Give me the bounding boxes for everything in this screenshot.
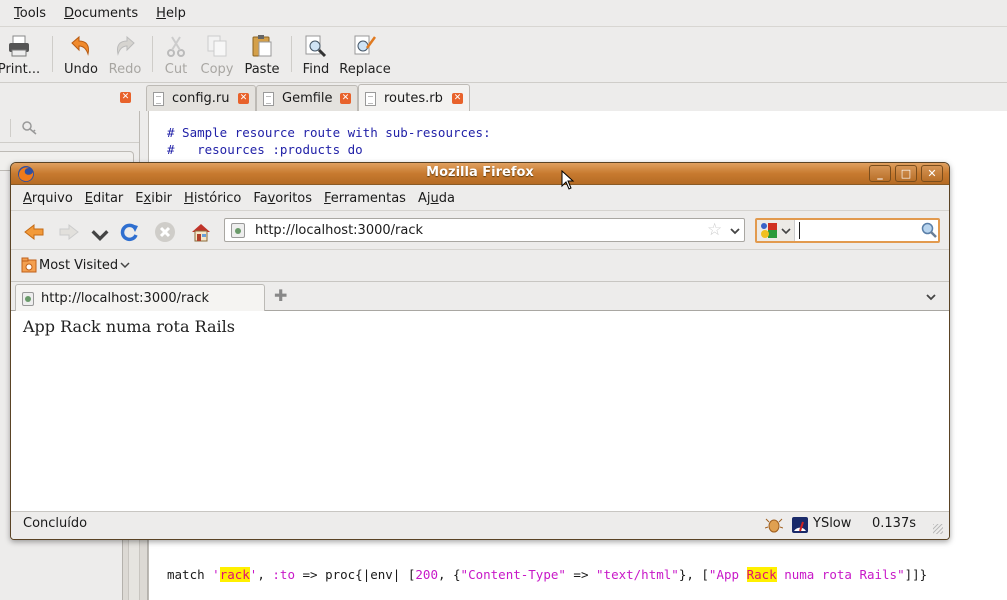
browser-tab-bar: http://localhost:3000/rack ✚ <box>11 283 949 312</box>
bookmark-star-icon[interactable]: ☆ <box>707 220 722 240</box>
forward-arrow-icon[interactable] <box>58 221 80 243</box>
menu-help[interactable]: Help <box>156 6 186 21</box>
close-button[interactable]: ✕ <box>921 165 943 182</box>
menu-tools[interactable]: Tools <box>14 6 46 21</box>
side-panel-toolbar <box>0 113 139 143</box>
home-icon[interactable] <box>190 221 212 243</box>
search-box[interactable] <box>755 218 940 243</box>
list-all-tabs-icon[interactable] <box>925 293 937 302</box>
paste-button[interactable]: Paste <box>242 34 282 77</box>
history-dropdown-icon[interactable] <box>89 224 111 246</box>
tab-routes-rb[interactable]: routes.rb ✕ <box>358 84 470 112</box>
page-favicon-icon <box>22 292 34 306</box>
folder-icon <box>21 257 37 273</box>
undo-button[interactable]: Undo <box>62 34 100 77</box>
url-text: http://localhost:3000/rack <box>255 223 424 238</box>
chevron-down-icon <box>120 262 130 269</box>
menu-exibir[interactable]: Exibir <box>135 191 172 206</box>
redo-icon <box>117 35 135 56</box>
page-content: App Rack numa rota Rails <box>11 311 949 511</box>
menu-favoritos[interactable]: Favoritos <box>253 191 312 206</box>
code-line: # Sample resource route with sub-resourc… <box>167 125 491 140</box>
copy-button[interactable]: Copy <box>198 34 236 77</box>
search-engine-selector[interactable] <box>757 220 795 241</box>
search-highlight: rack <box>219 567 250 582</box>
find-button[interactable]: Find <box>300 34 332 77</box>
gedit-tab-bar: ✕ config.ru ✕ Gemfile ✕ routes.rb ✕ <box>0 84 1007 112</box>
gedit-menubar: Tools Documents Help <box>0 0 1007 27</box>
new-tab-icon[interactable]: ✚ <box>274 286 287 305</box>
search-input[interactable] <box>799 222 919 239</box>
menu-historico[interactable]: Histórico <box>184 191 241 206</box>
tab-close-icon[interactable]: ✕ <box>452 93 463 104</box>
menu-arquivo[interactable]: Arquivo <box>23 191 73 206</box>
stop-icon[interactable] <box>154 221 176 243</box>
key-search-icon[interactable] <box>22 121 38 135</box>
ruby-file-icon <box>365 91 376 106</box>
undo-icon <box>71 35 89 56</box>
side-panel-close-icon[interactable]: ✕ <box>120 92 131 103</box>
firefox-menubar: Arquivo Editar Exibir Histórico Favorito… <box>11 186 949 211</box>
document-icon <box>153 91 164 106</box>
url-dropdown-icon[interactable] <box>729 226 741 236</box>
code-line-match: match 'rack', :to => proc{|env| [200, {"… <box>167 567 928 582</box>
status-bar: Concluído YSlow 0.137s <box>11 511 949 539</box>
firebug-icon[interactable] <box>765 516 783 534</box>
toolbar-separator <box>10 119 11 137</box>
toolbar-separator <box>52 36 53 72</box>
tab-gemfile[interactable]: Gemfile ✕ <box>256 85 358 111</box>
menu-editar[interactable]: Editar <box>85 191 124 206</box>
window-title: Mozilla Firefox <box>426 165 534 180</box>
google-icon <box>761 223 777 238</box>
page-heading: App Rack numa rota Rails <box>23 317 235 336</box>
navigation-toolbar: http://localhost:3000/rack ☆ <box>11 212 949 250</box>
copy-icon <box>207 35 227 57</box>
reload-icon[interactable] <box>118 221 140 243</box>
gedit-toolbar: Print... Undo Redo Cut Copy Paste Find R… <box>0 28 1007 83</box>
site-identity-icon[interactable] <box>231 223 245 238</box>
panel-splitter-grip <box>128 540 140 600</box>
most-visited-folder[interactable]: Most Visited <box>21 257 130 273</box>
menu-documents[interactable]: Documents <box>64 6 138 21</box>
toolbar-separator <box>152 36 153 72</box>
tab-close-icon[interactable]: ✕ <box>238 93 249 104</box>
firefox-window: Mozilla Firefox _ □ ✕ Arquivo Editar Exi… <box>10 162 950 540</box>
print-button[interactable]: Print... <box>0 34 42 77</box>
replace-icon <box>354 35 377 55</box>
maximize-button[interactable]: □ <box>895 165 917 182</box>
menu-ajuda[interactable]: Ajuda <box>418 191 455 206</box>
replace-button[interactable]: Replace <box>338 34 392 77</box>
yslow-label[interactable]: YSlow <box>813 516 851 531</box>
printer-icon <box>9 35 29 57</box>
toolbar-separator <box>291 36 292 72</box>
resize-grip[interactable] <box>933 524 943 534</box>
mouse-cursor-icon <box>561 170 575 190</box>
yslow-gauge-icon[interactable] <box>791 516 809 534</box>
search-highlight: Rack <box>746 567 777 582</box>
chevron-down-icon <box>781 228 791 235</box>
browser-tab[interactable]: http://localhost:3000/rack <box>15 284 265 312</box>
clipboard-icon <box>252 35 272 57</box>
tab-title: http://localhost:3000/rack <box>41 291 210 306</box>
code-line: # resources :products do <box>167 142 363 157</box>
minimize-button[interactable]: _ <box>869 165 891 182</box>
bookmarks-toolbar: Most Visited <box>11 251 949 282</box>
search-magnifier-icon[interactable] <box>921 222 937 239</box>
tab-config-ru[interactable]: config.ru ✕ <box>146 85 256 111</box>
load-time: 0.137s <box>872 516 916 531</box>
find-icon <box>305 35 327 58</box>
firefox-titlebar[interactable]: Mozilla Firefox _ □ ✕ <box>11 163 949 185</box>
url-bar[interactable]: http://localhost:3000/rack ☆ <box>224 218 745 242</box>
status-text: Concluído <box>23 516 88 531</box>
redo-button[interactable]: Redo <box>106 34 144 77</box>
tab-close-icon[interactable]: ✕ <box>340 93 351 104</box>
cut-button[interactable]: Cut <box>160 34 192 77</box>
back-arrow-icon[interactable] <box>23 221 45 243</box>
scissors-icon <box>167 36 185 57</box>
menu-ferramentas[interactable]: Ferramentas <box>324 191 406 206</box>
document-icon <box>263 91 274 106</box>
